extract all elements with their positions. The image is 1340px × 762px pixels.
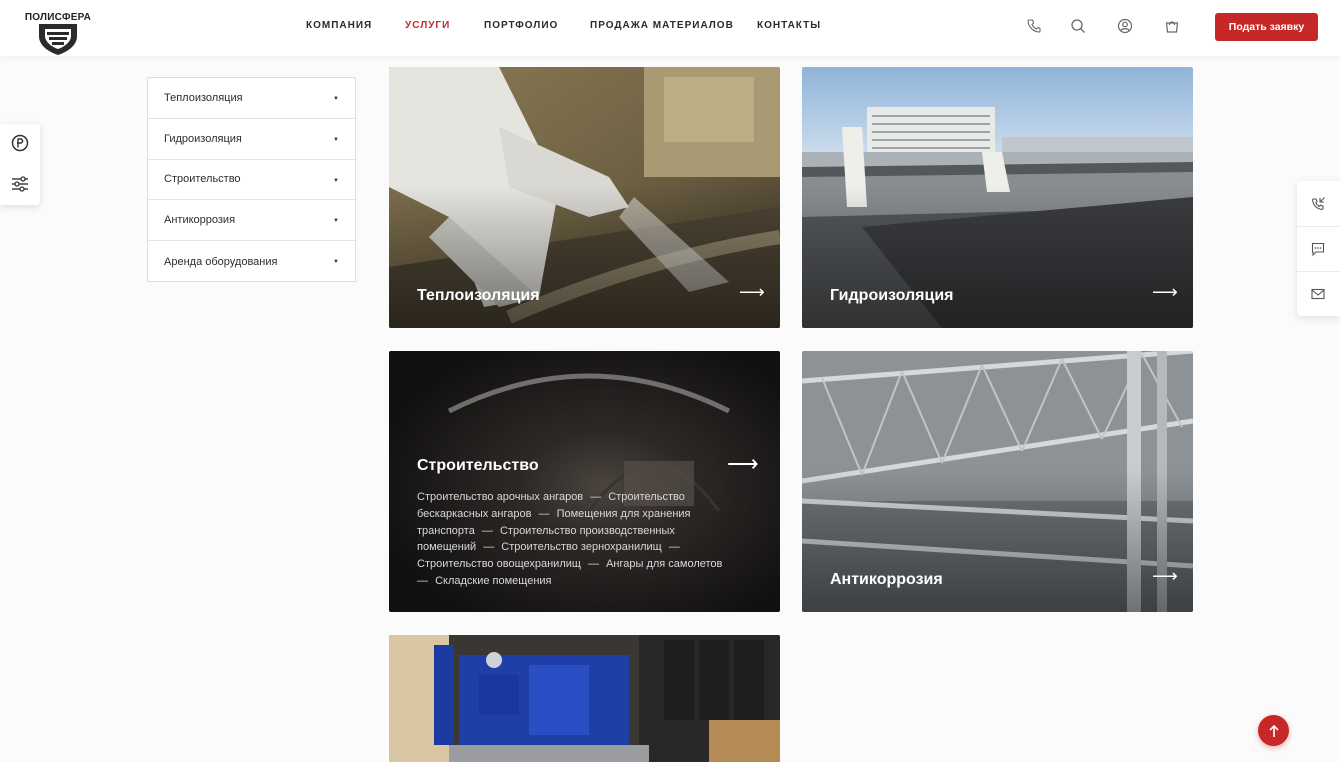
nav-item-services[interactable]: УСЛУГИ: [405, 20, 450, 31]
arrow-right-icon[interactable]: ⟶: [1152, 283, 1178, 301]
arrow-right-icon[interactable]: ⟶: [739, 283, 765, 301]
side-menu-label: Теплоизоляция: [164, 91, 243, 104]
left-float-panel: [0, 124, 40, 205]
caret-down-icon: ▼: [333, 218, 339, 225]
side-menu-label: Аренда оборудования: [164, 255, 278, 268]
arrow-right-icon[interactable]: ⟶: [727, 453, 759, 475]
phone-icon[interactable]: [1026, 18, 1042, 34]
service-card-anticorrosion[interactable]: Антикоррозия ⟶: [802, 351, 1193, 612]
site-header: ПОЛИСФЕРА КОМПАНИЯ УСЛУГИ ПОРТФОЛИО ПРОД…: [0, 0, 1340, 56]
phone-callback-icon[interactable]: [1310, 196, 1326, 212]
card-title: Теплоизоляция: [417, 287, 540, 304]
search-icon[interactable]: [1070, 18, 1086, 34]
card-title: Гидроизоляция: [830, 287, 954, 304]
filter-sliders-icon[interactable]: [10, 174, 30, 194]
divider: [1297, 271, 1340, 272]
side-menu-item-construction[interactable]: Строительство ▼: [148, 160, 355, 201]
currency-icon[interactable]: [10, 133, 30, 153]
nav-item-contacts[interactable]: КОНТАКТЫ: [757, 20, 821, 31]
construction-links: Строительство арочных ангаров — Строител…: [417, 489, 732, 590]
side-menu-label: Строительство: [164, 173, 241, 186]
side-menu-item-waterproofing[interactable]: Гидроизоляция ▼: [148, 119, 355, 160]
user-icon[interactable]: [1117, 18, 1133, 34]
side-menu-item-anticorrosion[interactable]: Антикоррозия ▼: [148, 200, 355, 242]
construction-link[interactable]: Строительство овощехранилищ: [417, 558, 581, 570]
chat-icon[interactable]: [1310, 241, 1326, 257]
construction-link[interactable]: Строительство зернохранилищ: [501, 541, 661, 553]
side-menu-item-rental[interactable]: Аренда оборудования ▼: [148, 241, 355, 282]
shield-logo-icon: [39, 24, 77, 55]
card-title: Антикоррозия: [830, 571, 943, 588]
service-card-equipment[interactable]: [389, 635, 780, 762]
submit-request-button[interactable]: Подать заявку: [1215, 13, 1318, 41]
nav-item-portfolio[interactable]: ПОРТФОЛИО: [484, 20, 558, 31]
caret-down-icon: ▼: [333, 136, 339, 143]
arrow-right-icon[interactable]: ⟶: [1152, 567, 1178, 585]
construction-link[interactable]: Строительство арочных ангаров: [417, 491, 583, 503]
construction-link[interactable]: Ангары для самолетов: [606, 558, 722, 570]
service-card-construction[interactable]: Строительство ⟶ Строительство арочных ан…: [389, 351, 780, 612]
separator: —: [481, 524, 493, 537]
side-menu-label: Гидроизоляция: [164, 132, 242, 145]
side-menu-label: Антикоррозия: [164, 214, 236, 227]
separator: —: [483, 541, 495, 554]
right-float-panel: [1297, 181, 1340, 316]
separator: —: [590, 491, 602, 503]
caret-down-icon: ▼: [333, 177, 339, 184]
logo[interactable]: ПОЛИСФЕРА: [22, 2, 94, 56]
services-side-menu: Теплоизоляция ▼ Гидроизоляция ▼ Строител…: [147, 77, 356, 282]
service-card-waterproofing[interactable]: Гидроизоляция ⟶: [802, 67, 1193, 328]
divider: [1297, 226, 1340, 227]
nav-item-materials[interactable]: ПРОДАЖА МАТЕРИАЛОВ: [590, 20, 734, 31]
service-card-thermal[interactable]: Теплоизоляция ⟶: [389, 67, 780, 328]
separator: —: [668, 541, 680, 554]
card-photo: [389, 635, 780, 762]
caret-down-icon: ▼: [333, 259, 339, 266]
arrow-up-icon: [1268, 724, 1279, 737]
cart-icon[interactable]: [1164, 18, 1180, 34]
separator: —: [417, 574, 428, 587]
separator: —: [538, 507, 550, 520]
side-menu-item-thermal[interactable]: Теплоизоляция ▼: [148, 78, 355, 119]
construction-link[interactable]: Складские помещения: [435, 575, 551, 587]
separator: —: [588, 558, 599, 571]
nav-item-company[interactable]: КОМПАНИЯ: [306, 20, 372, 31]
caret-down-icon: ▼: [333, 96, 339, 102]
scroll-top-button[interactable]: [1258, 715, 1289, 746]
card-title: Строительство: [417, 457, 539, 474]
mail-icon[interactable]: [1310, 286, 1326, 302]
